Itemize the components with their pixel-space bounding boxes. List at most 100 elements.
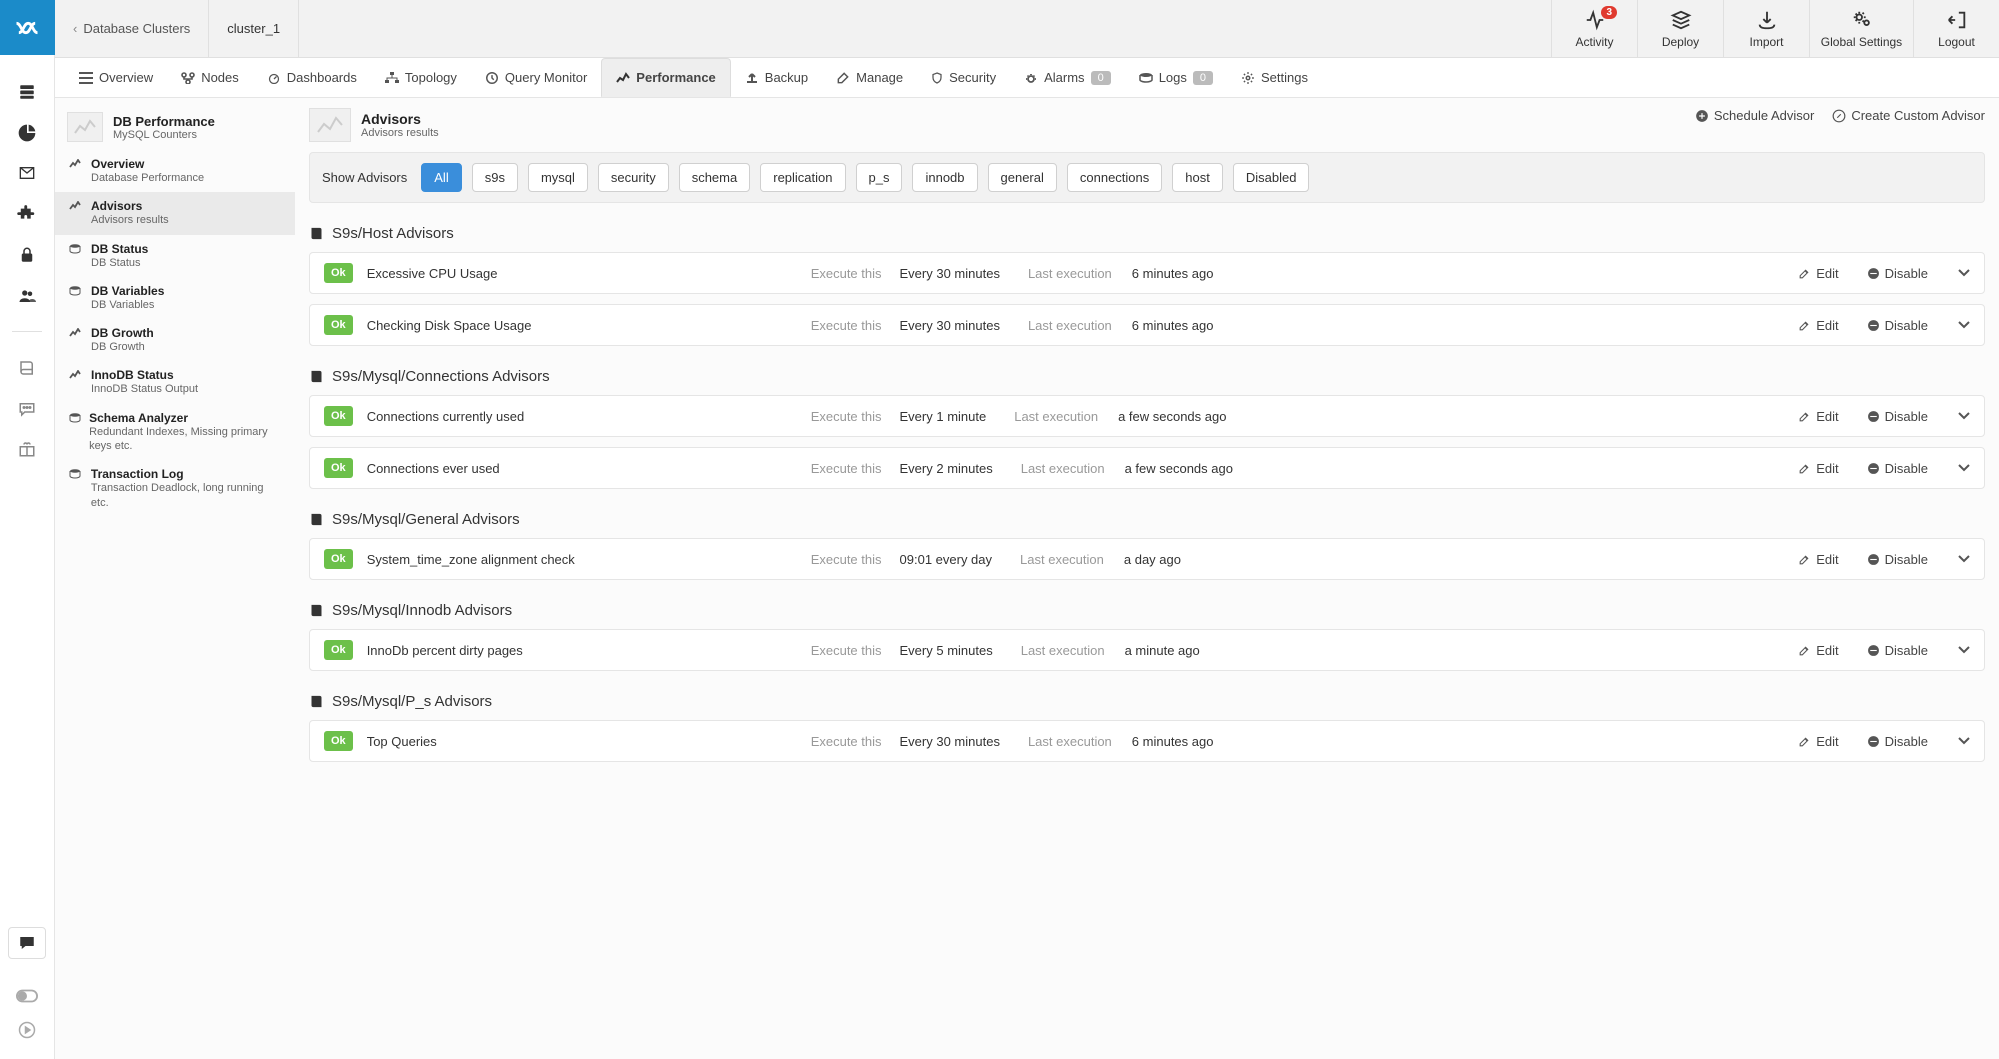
topaction-logout[interactable]: Logout [1913,0,1999,57]
last-execution-label: Last execution [1021,461,1105,476]
puzzle-icon[interactable] [17,203,37,223]
content-subtitle: Advisors results [361,127,439,139]
tab-security[interactable]: Security [917,58,1010,97]
sidebar-item-icon [69,328,83,354]
play-icon[interactable] [18,1021,36,1039]
mail-icon[interactable] [17,165,37,181]
breadcrumb-back[interactable]: ‹ Database Clusters [55,0,209,57]
disable-button[interactable]: Disable [1867,643,1928,658]
sidebar-item[interactable]: Schema Analyzer Redundant Indexes, Missi… [55,404,295,461]
sidebar-item[interactable]: DB Status DB Status [55,235,295,277]
disable-button[interactable]: Disable [1867,461,1928,476]
breadcrumb-cluster[interactable]: cluster_1 [209,0,299,57]
sidebar-item-sub: Redundant Indexes, Missing primary keys … [89,425,283,454]
disable-button[interactable]: Disable [1867,734,1928,749]
edit-button[interactable]: Edit [1798,318,1838,333]
topaction-deploy[interactable]: Deploy [1637,0,1723,57]
tab-alarms[interactable]: Alarms0 [1010,58,1125,97]
filter-all[interactable]: All [421,163,461,192]
expand-button[interactable] [1958,412,1970,420]
filter-p-s[interactable]: p_s [856,163,903,192]
sidebar-item[interactable]: DB Growth DB Growth [55,319,295,361]
disable-button[interactable]: Disable [1867,409,1928,424]
filter-mysql[interactable]: mysql [528,163,588,192]
edit-button[interactable]: Edit [1798,552,1838,567]
tab-dashboards[interactable]: Dashboards [253,58,371,97]
minus-circle-icon [1867,462,1880,475]
sidebar-item-sub: DB Status [91,256,148,270]
users-icon[interactable] [16,287,38,305]
filter-security[interactable]: security [598,163,669,192]
edit-button[interactable]: Edit [1798,266,1838,281]
message-icon[interactable] [17,400,37,418]
filter-general[interactable]: general [988,163,1057,192]
tab-topology[interactable]: Topology [371,58,471,97]
last-execution-label: Last execution [1021,643,1105,658]
sidebar-item-title: Transaction Log [91,467,283,481]
chat-button[interactable] [8,927,46,959]
sidebar-item[interactable]: Transaction Log Transaction Deadlock, lo… [55,460,295,517]
section-title: S9s/Mysql/Innodb Advisors [309,602,1985,619]
sidebar-item-title: Overview [91,157,204,171]
execute-schedule: Every 30 minutes [900,266,1000,281]
sidebar-header: DB Performance MySQL Counters [55,104,295,150]
filter-schema[interactable]: schema [679,163,751,192]
sidebar-item[interactable]: Overview Database Performance [55,150,295,192]
book-icon[interactable] [18,358,36,378]
topaction-global-label: Global Settings [1821,35,1902,49]
create-advisor-button[interactable]: Create Custom Advisor [1832,108,1985,123]
disable-button[interactable]: Disable [1867,318,1928,333]
expand-button[interactable] [1958,646,1970,654]
piechart-icon[interactable] [17,123,37,143]
topaction-import[interactable]: Import [1723,0,1809,57]
tab-manage[interactable]: Manage [822,58,917,97]
schedule-advisor-button[interactable]: Schedule Advisor [1695,108,1814,123]
sidebar-item[interactable]: Advisors Advisors results [55,192,295,234]
toggle-icon[interactable] [16,989,38,1003]
app-logo[interactable] [0,0,55,55]
tab-nodes[interactable]: Nodes [167,58,253,97]
sidebar-item-title: DB Status [91,242,148,256]
gift-icon[interactable] [18,440,36,458]
filter-replication[interactable]: replication [760,163,845,192]
tab-overview[interactable]: Overview [65,58,167,97]
sidebar-item[interactable]: DB Variables DB Variables [55,277,295,319]
edit-icon [1798,462,1811,475]
edit-button[interactable]: Edit [1798,409,1838,424]
filter-bar: Show Advisors All s9s mysql security sch… [309,152,1985,203]
edit-button[interactable]: Edit [1798,734,1838,749]
expand-button[interactable] [1958,737,1970,745]
tab-backup[interactable]: Backup [731,58,822,97]
edit-button[interactable]: Edit [1798,461,1838,476]
disable-button[interactable]: Disable [1867,266,1928,281]
sidebar-item-icon [69,201,83,227]
status-badge: Ok [324,549,353,569]
tab-logs[interactable]: Logs0 [1125,58,1227,97]
advisor-name: Checking Disk Space Usage [367,318,797,333]
filter-connections[interactable]: connections [1067,163,1162,192]
tab-performance[interactable]: Performance [601,58,730,97]
expand-button[interactable] [1958,555,1970,563]
filter-s9s[interactable]: s9s [472,163,518,192]
expand-button[interactable] [1958,269,1970,277]
last-execution-value: 6 minutes ago [1132,318,1214,333]
disable-button[interactable]: Disable [1867,552,1928,567]
topaction-activity[interactable]: 3 Activity [1551,0,1637,57]
lock-icon[interactable] [18,245,36,265]
filter-host[interactable]: host [1172,163,1223,192]
expand-button[interactable] [1958,464,1970,472]
filter-disabled[interactable]: Disabled [1233,163,1310,192]
topaction-global-settings[interactable]: Global Settings [1809,0,1913,57]
logs-count: 0 [1193,71,1213,85]
sidebar-item[interactable]: InnoDB Status InnoDB Status Output [55,361,295,403]
edit-button[interactable]: Edit [1798,643,1838,658]
filter-innodb[interactable]: innodb [912,163,977,192]
advisor-name: System_time_zone alignment check [367,552,797,567]
database-icon[interactable] [17,83,37,101]
tab-query-monitor[interactable]: Query Monitor [471,58,601,97]
tab-settings[interactable]: Settings [1227,58,1322,97]
expand-button[interactable] [1958,321,1970,329]
execute-this-label: Execute this [811,409,882,424]
execute-this-label: Execute this [811,734,882,749]
advisor-row: Ok Connections currently used Execute th… [309,395,1985,437]
